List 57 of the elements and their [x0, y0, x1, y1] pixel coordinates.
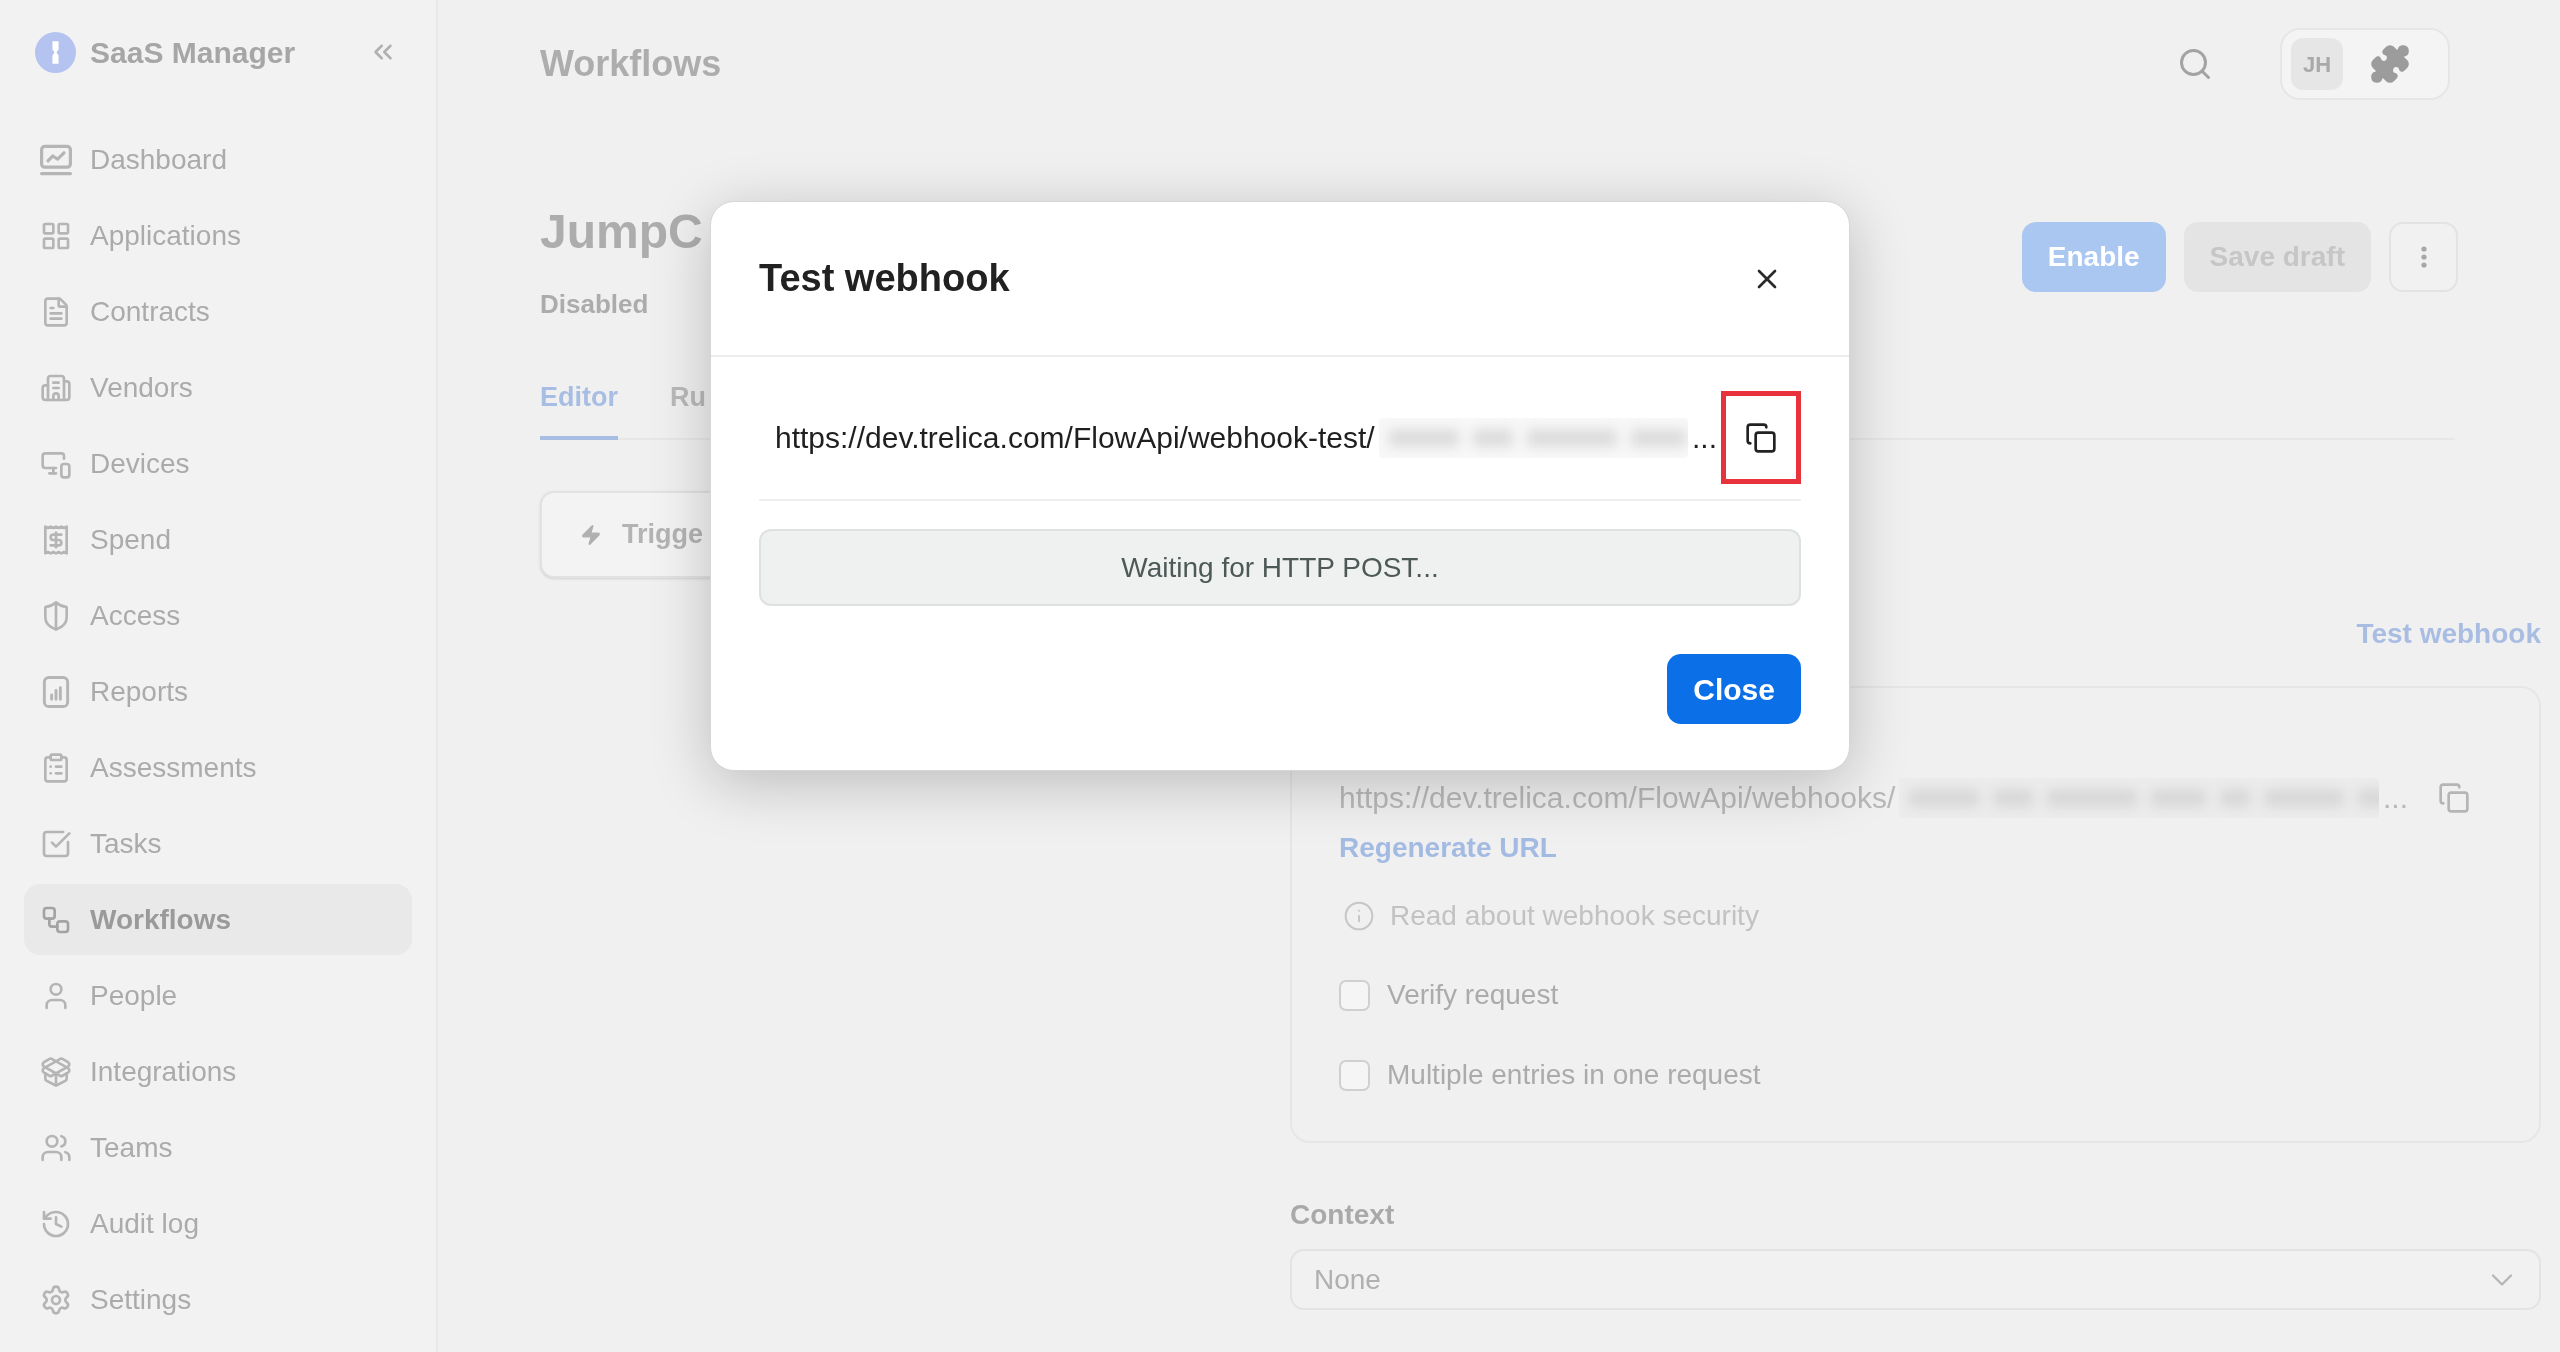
- test-webhook-url: https://dev.trelica.com/FlowApi/webhook-test/: [775, 420, 1375, 456]
- more-options-button[interactable]: [2389, 222, 2458, 292]
- copy-icon: [1745, 421, 1777, 454]
- trigger-card[interactable]: Trigge: [540, 491, 712, 578]
- account-menu[interactable]: JH: [2280, 28, 2450, 100]
- nav-item[interactable]: Devices: [24, 428, 412, 499]
- status-message: Waiting for HTTP POST...: [759, 529, 1801, 606]
- test-webhook-link[interactable]: Test webhook: [2356, 617, 2541, 651]
- nav-item[interactable]: Dashboard: [24, 124, 412, 195]
- url-ellipsis: ...: [2383, 780, 2408, 816]
- nav-item[interactable]: Contracts: [24, 276, 412, 347]
- chevron-down-icon: [2491, 1273, 2513, 1286]
- nav-item[interactable]: Settings: [24, 1264, 412, 1335]
- context-label: Context: [1290, 1198, 1396, 1232]
- user-avatar: JH: [2291, 38, 2343, 90]
- select-value: None: [1314, 1262, 1381, 1297]
- brand-name: SaaS Manager: [90, 34, 296, 71]
- copy-icon[interactable]: [2438, 782, 2470, 814]
- nav-item[interactable]: Applications: [24, 200, 412, 271]
- context-select[interactable]: None: [1290, 1249, 2541, 1310]
- nav-item[interactable]: Reports: [24, 656, 412, 727]
- settings-icon: [40, 1283, 72, 1316]
- tab[interactable]: Editor: [540, 380, 618, 440]
- chart-document-icon: [40, 675, 72, 708]
- lightning-icon: [580, 523, 602, 546]
- nav-item[interactable]: People: [24, 960, 412, 1031]
- puzzle-icon: [2369, 43, 2411, 85]
- nav-item[interactable]: Vendors: [24, 352, 412, 423]
- checkbox[interactable]: [1339, 979, 1370, 1011]
- checkbox[interactable]: [1339, 1059, 1370, 1091]
- option-label: Verify request: [1387, 978, 1559, 1012]
- trigger-label: Trigge: [622, 518, 703, 552]
- dialog-title: Test webhook: [759, 256, 1010, 301]
- nav-item[interactable]: Access: [24, 580, 412, 651]
- monitor-chart-icon: [40, 143, 72, 176]
- close-button[interactable]: Close: [1667, 654, 1801, 724]
- box-icon: [40, 1055, 72, 1088]
- search-icon[interactable]: [2177, 46, 2213, 82]
- logo-icon: [35, 31, 76, 73]
- nav-item[interactable]: Audit log: [24, 1188, 412, 1259]
- more-icon: [2420, 246, 2427, 268]
- option-label: Multiple entries in one request: [1387, 1058, 1761, 1092]
- page-title: Workflows: [540, 42, 722, 86]
- nav-item[interactable]: Teams: [24, 1112, 412, 1183]
- copy-button[interactable]: [1721, 391, 1801, 484]
- info-icon: [1343, 900, 1375, 932]
- nav-item[interactable]: Workflows: [24, 884, 412, 955]
- regenerate-url-link[interactable]: Regenerate URL: [1339, 831, 1557, 865]
- nav-item[interactable]: Integrations: [24, 1036, 412, 1107]
- url-ellipsis: ...: [1692, 420, 1717, 456]
- webhook-url: https://dev.trelica.com/FlowApi/webhooks/: [1339, 780, 1896, 816]
- enable-button[interactable]: Enable: [2021, 222, 2166, 292]
- nav-item[interactable]: Assessments: [24, 732, 412, 803]
- status-label: Disabled: [540, 288, 650, 320]
- nav-item[interactable]: Spend: [24, 504, 412, 575]
- nav-item[interactable]: Tasks: [24, 808, 412, 879]
- workflow-name: JumpC: [540, 204, 703, 260]
